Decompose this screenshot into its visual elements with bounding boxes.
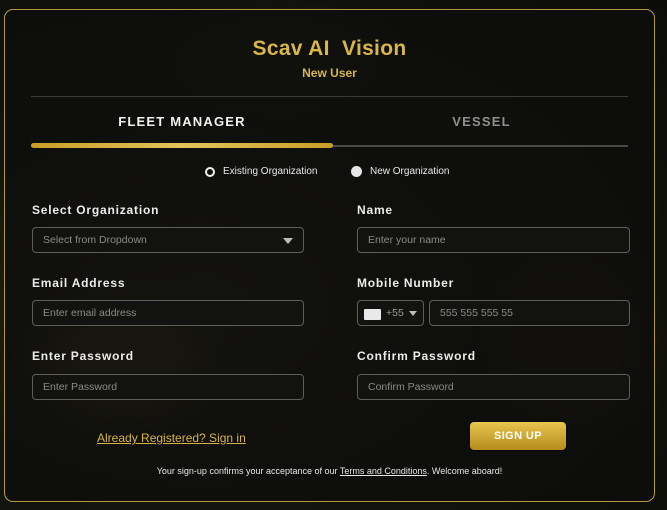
email-label: Email Address [32, 276, 126, 290]
mobile-number-label: Mobile Number [357, 276, 455, 290]
divider [31, 96, 628, 97]
tab-fleet-manager[interactable]: FLEET MANAGER [31, 114, 333, 129]
app-title: Scav AI Vision [252, 37, 407, 60]
tab-vessel[interactable]: VESSEL [333, 114, 630, 129]
radio-selected-icon [351, 166, 362, 177]
terms-notice-prefix: Your sign-up confirms your acceptance of… [156, 466, 340, 476]
signup-card: Scav AI Vision New User FLEET MANAGER VE… [4, 9, 655, 502]
password-input[interactable]: Enter Password [32, 374, 304, 400]
page-subtitle: New User [302, 66, 357, 80]
radio-existing-organization[interactable]: Existing Organization [205, 166, 318, 177]
name-input[interactable]: Enter your name [357, 227, 630, 253]
country-code-select[interactable]: +55 [357, 300, 424, 326]
password-label: Enter Password [32, 349, 134, 363]
chevron-down-icon [409, 311, 417, 316]
mobile-number-placeholder: 555 555 555 55 [440, 307, 513, 319]
confirm-password-label: Confirm Password [357, 349, 476, 363]
name-placeholder: Enter your name [368, 234, 446, 246]
password-placeholder: Enter Password [43, 381, 118, 393]
email-placeholder: Enter email address [43, 307, 137, 319]
signin-link[interactable]: Already Registered? Sign in [97, 431, 246, 445]
tab-active-indicator [31, 143, 333, 148]
country-code: +55 [386, 307, 404, 319]
select-organization-dropdown[interactable]: Select from Dropdown [32, 227, 304, 253]
terms-notice: Your sign-up confirms your acceptance of… [5, 466, 654, 476]
confirm-password-input[interactable]: Confirm Password [357, 374, 630, 400]
flag-icon [364, 309, 381, 320]
email-input[interactable]: Enter email address [32, 300, 304, 326]
select-organization-label: Select Organization [32, 203, 160, 217]
radio-label: New Organization [370, 166, 450, 177]
terms-notice-suffix: . Welcome aboard! [426, 466, 503, 476]
chevron-down-icon [283, 238, 293, 244]
radio-new-organization[interactable]: New Organization [351, 166, 449, 177]
radio-label: Existing Organization [223, 166, 318, 177]
terms-link[interactable]: Terms and Conditions [340, 466, 427, 476]
name-label: Name [357, 203, 393, 217]
confirm-password-placeholder: Confirm Password [368, 381, 454, 393]
signup-button[interactable]: SIGN UP [470, 422, 566, 450]
radio-unselected-icon [205, 166, 215, 177]
mobile-number-input[interactable]: 555 555 555 55 [429, 300, 630, 326]
select-organization-placeholder: Select from Dropdown [43, 234, 147, 246]
